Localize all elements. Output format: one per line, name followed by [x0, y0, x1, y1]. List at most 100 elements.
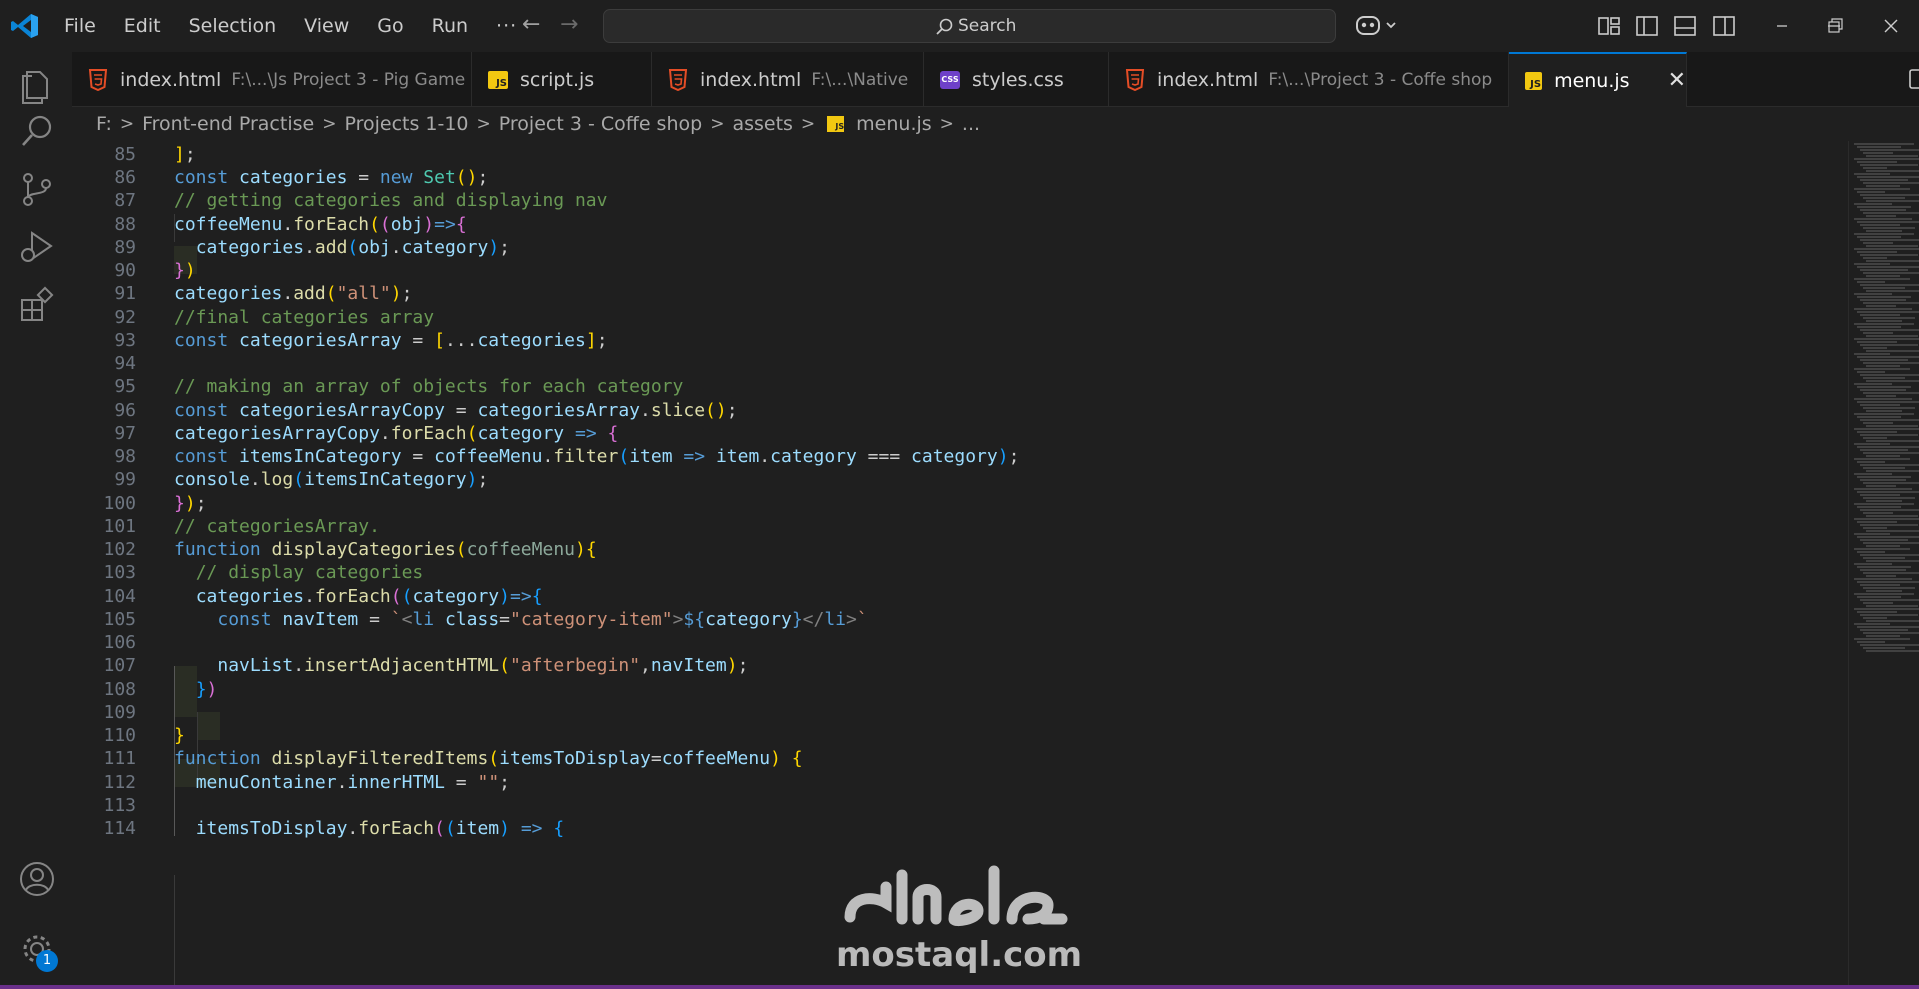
minimap-line [1866, 380, 1919, 382]
extensions-icon[interactable] [18, 286, 56, 324]
minimap-line [1860, 224, 1900, 226]
minimap-line [1860, 194, 1919, 196]
minimap-line [1863, 227, 1915, 229]
toggle-primary-sidebar-icon[interactable] [1635, 14, 1659, 38]
minimap-line [1854, 338, 1919, 340]
minimap-line [1863, 632, 1919, 634]
minimap-line [1860, 344, 1918, 346]
breadcrumb-item[interactable]: Project 3 - Coffe shop [499, 113, 702, 135]
minimap-line [1866, 170, 1919, 172]
minimap-line [1854, 353, 1890, 355]
minimap-line [1866, 395, 1896, 397]
minimap-line [1863, 452, 1919, 454]
minimap-line [1857, 296, 1911, 298]
close-tab-icon[interactable]: ✕ [1668, 68, 1686, 93]
manage-notification-badge: 1 [36, 950, 58, 972]
minimap-line [1860, 239, 1919, 241]
minimap-line [1857, 626, 1919, 628]
tab-label: index.html [1157, 68, 1259, 91]
watermark-text: mostaql.com [836, 935, 1083, 975]
minimap-line [1860, 509, 1919, 511]
explorer-icon[interactable] [18, 68, 56, 106]
accounts-icon[interactable] [18, 860, 56, 898]
minimap-line [1854, 188, 1910, 190]
css-icon: CSS [940, 70, 960, 89]
menu-view[interactable]: View [290, 0, 363, 52]
menu-go[interactable]: Go [363, 0, 417, 52]
watermark: mostaql.com [836, 857, 1083, 977]
menu-edit[interactable]: Edit [110, 0, 175, 52]
minimap-line [1866, 485, 1896, 487]
tab-index-html-native[interactable]: index.html F:\...\Native [652, 52, 924, 107]
tab-script-js[interactable]: JS script.js [472, 52, 652, 107]
minimap-line [1857, 551, 1885, 553]
menu-run[interactable]: Run [418, 0, 482, 52]
minimap-line [1866, 515, 1918, 517]
minimap-line [1863, 572, 1919, 574]
breadcrumb-item[interactable]: F: [96, 113, 112, 135]
search-label: Search [958, 16, 1017, 36]
minimap-line [1866, 350, 1919, 352]
js-icon: JS [488, 70, 508, 89]
minimap-line [1854, 518, 1919, 520]
tab-index-html-coffe-shop[interactable]: index.html F:\...\Project 3 - Coffe shop [1109, 52, 1509, 107]
search-view-icon[interactable] [18, 112, 56, 150]
minimap-line [1854, 233, 1914, 235]
menu-bar: File Edit Selection View Go Run ··· [50, 0, 531, 52]
html5-icon [1125, 68, 1145, 91]
minimap-line [1860, 389, 1906, 391]
command-center-search[interactable]: Search [603, 9, 1336, 43]
minimap-line [1863, 242, 1893, 244]
run-and-debug-icon[interactable] [18, 228, 56, 266]
back-arrow-icon[interactable]: ← [522, 12, 540, 37]
restore-icon[interactable] [1823, 14, 1847, 38]
breadcrumb-item[interactable]: ... [962, 113, 980, 135]
minimap-line [1866, 245, 1918, 247]
minimap-line [1863, 347, 1887, 349]
source-control-icon[interactable] [18, 170, 56, 208]
menu-selection[interactable]: Selection [175, 0, 291, 52]
minimap-line [1866, 290, 1919, 292]
code-line: const navItem = `<li class="category-ite… [217, 609, 868, 630]
minimap-line [1866, 530, 1919, 532]
customize-layout-icon[interactable] [1597, 14, 1621, 38]
forward-arrow-icon[interactable]: → [560, 12, 578, 37]
minimap-line [1854, 428, 1919, 430]
vscode-logo-icon[interactable] [10, 12, 40, 40]
breadcrumb-item[interactable]: menu.js [856, 113, 932, 135]
minimap-line [1866, 275, 1900, 277]
tab-menu-js[interactable]: JS menu.js ✕ [1509, 52, 1687, 107]
minimap-line [1863, 272, 1919, 274]
minimap-line [1854, 368, 1910, 370]
copilot-icon[interactable] [1355, 12, 1401, 40]
minimap-line [1866, 305, 1896, 307]
minimap-line [1863, 257, 1887, 259]
minimap[interactable] [1850, 141, 1919, 989]
close-window-icon[interactable] [1879, 14, 1903, 38]
breadcrumb-item[interactable]: Front-end Practise [142, 113, 314, 135]
minimap-line [1857, 491, 1919, 493]
minimap-line [1860, 209, 1906, 211]
menu-file[interactable]: File [50, 0, 110, 52]
breadcrumb-item[interactable]: assets [732, 113, 792, 135]
minimize-window-icon[interactable] [1770, 14, 1794, 38]
minimap-line [1866, 320, 1902, 322]
toggle-panel-icon[interactable] [1673, 14, 1697, 38]
minimap-line [1860, 449, 1908, 451]
minimap-line [1854, 578, 1912, 580]
minimap-line [1857, 536, 1919, 538]
minimap-line [1860, 404, 1900, 406]
minimap-line [1863, 152, 1893, 154]
minimap-line [1866, 635, 1900, 637]
minimap-line [1854, 563, 1892, 565]
split-editor-icon[interactable] [1908, 67, 1919, 91]
minimap-line [1863, 167, 1887, 169]
code-line: categories.add(obj.category); [195, 237, 511, 258]
breadcrumb-item[interactable]: Projects 1-10 [344, 113, 468, 135]
title-bar: File Edit Selection View Go Run ··· ← → … [0, 0, 1919, 52]
toggle-secondary-sidebar-icon[interactable] [1712, 14, 1736, 38]
tab-index-html-pig-game[interactable]: index.html F:\...\Js Project 3 - Pig Gam… [72, 52, 472, 107]
minimap-line [1860, 179, 1908, 181]
breadcrumb-separator: > [322, 114, 337, 134]
tab-styles-css[interactable]: CSS styles.css [924, 52, 1109, 107]
